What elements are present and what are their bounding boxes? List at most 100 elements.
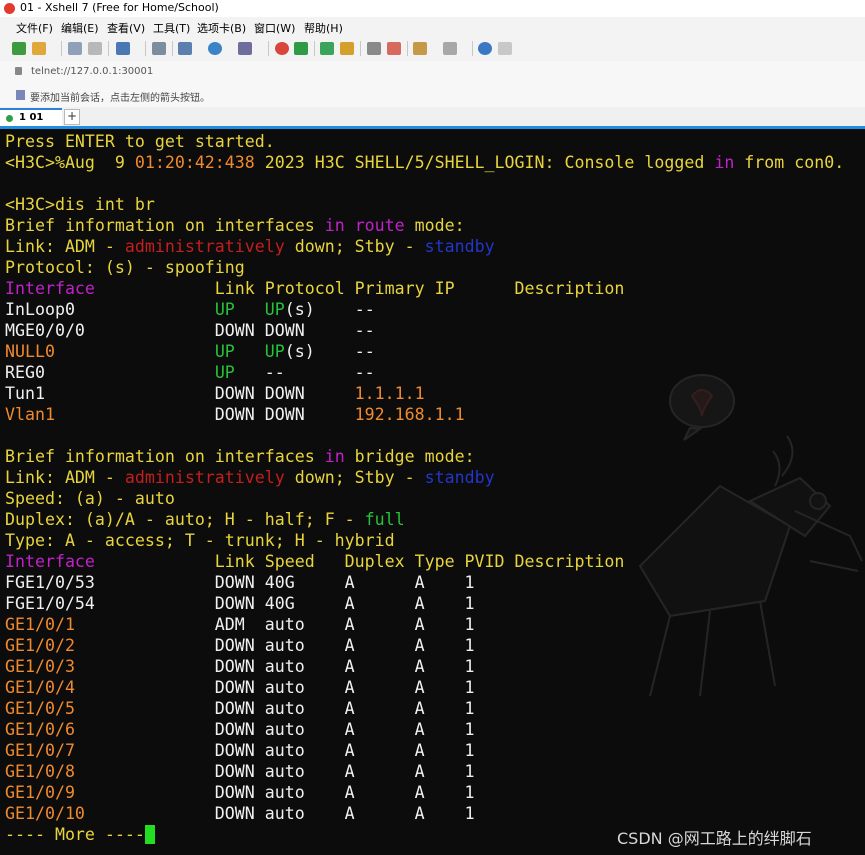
menu-tabs[interactable]: 选项卡(B)	[197, 20, 246, 36]
bookmark-arrow-icon[interactable]	[16, 90, 25, 100]
terminal-text: FGE1/0/53 DOWN 40G A A 1	[5, 573, 475, 592]
tab-bar: 1 01 +	[0, 107, 865, 126]
menu-edit[interactable]: 编辑(E)	[61, 20, 99, 36]
tile-icon[interactable]	[443, 42, 457, 55]
terminal-text: from con0.	[734, 153, 845, 172]
chat-icon[interactable]	[498, 42, 512, 55]
terminal-top-border	[0, 126, 865, 129]
script-icon[interactable]	[294, 42, 308, 55]
highlight-icon[interactable]	[387, 42, 401, 55]
terminal-text: GE1/0/10	[5, 804, 85, 823]
terminal-text: Vlan1	[5, 405, 55, 424]
terminal-pane[interactable]: Press ENTER to get started. <H3C>%Aug 9 …	[0, 126, 865, 855]
fullscreen-icon[interactable]	[320, 42, 334, 55]
terminal-text: Tun1 DOWN DOWN	[5, 384, 355, 403]
help-icon[interactable]	[478, 42, 492, 55]
layout-icon[interactable]	[178, 42, 192, 55]
address-bar: telnet://127.0.0.1:30001	[0, 61, 865, 86]
font-icon[interactable]	[238, 42, 252, 55]
xshell-logo-icon	[4, 3, 15, 14]
terminal-text: DOWN auto A A 1	[74, 699, 475, 718]
terminal-text: <H3C>dis int br	[5, 195, 155, 214]
terminal-line: MGE0/0/0 DOWN DOWN --	[5, 321, 375, 340]
terminal-text: --	[314, 342, 375, 361]
terminal-line: FGE1/0/54 DOWN 40G A A 1	[5, 594, 475, 613]
find-icon[interactable]	[152, 42, 166, 55]
menu-view[interactable]: 查看(V)	[107, 20, 145, 36]
terminal-text: UP	[264, 342, 285, 361]
menu-tools[interactable]: 工具(T)	[153, 20, 190, 36]
terminal-text: Protocol: (s) - spoofing	[5, 258, 245, 277]
terminal-text: standby	[424, 468, 495, 487]
terminal-text: Type: A - access; T - trunk; H - hybrid	[5, 531, 395, 550]
toolbar	[0, 37, 865, 62]
menu-window[interactable]: 窗口(W)	[254, 20, 295, 36]
lock-icon	[15, 67, 22, 75]
terminal-text: administratively	[124, 237, 285, 256]
terminal-text: FGE1/0/54 DOWN 40G A A 1	[5, 594, 475, 613]
terminal-text: 2023 H3C SHELL/5/SHELL_LOGIN: Console lo…	[254, 153, 715, 172]
keyboard-icon[interactable]	[367, 42, 381, 55]
terminal-line: Press ENTER to get started.	[5, 132, 275, 151]
new-session-icon[interactable]	[12, 42, 26, 55]
terminal-text: full	[364, 510, 405, 529]
terminal-text: ADM auto A A 1	[74, 615, 475, 634]
lock-icon[interactable]	[340, 42, 354, 55]
terminal-text: 01:20:42:438	[134, 153, 255, 172]
terminal-line: GE1/0/1 ADM auto A A 1	[5, 615, 475, 634]
terminal-line: Duplex: (a)/A - auto; H - half; F - full	[5, 510, 405, 529]
terminal-text: Brief information on interfaces	[5, 447, 325, 466]
terminal-text: in	[324, 447, 345, 466]
menu-help[interactable]: 帮助(H)	[304, 20, 343, 36]
terminal-text: standby	[424, 237, 495, 256]
terminal-line: Vlan1 DOWN DOWN 192.168.1.1	[5, 405, 465, 424]
add-tab-button[interactable]: +	[64, 109, 80, 125]
terminal-text: Press ENTER to get started.	[5, 132, 275, 151]
terminal-line: Interface Link Protocol Primary IP Descr…	[5, 279, 624, 298]
terminal-text: Duplex: (a)/A - auto; H - half; F -	[5, 510, 365, 529]
terminal-text: in	[324, 216, 345, 235]
terminal-line: Link: ADM - administratively down; Stby …	[5, 468, 495, 487]
tab-session-01[interactable]: 1 01	[0, 108, 62, 126]
terminal-text: UP	[214, 300, 235, 319]
terminal-cursor	[144, 825, 155, 844]
terminal-text: <H3C>%Aug 9	[5, 153, 135, 172]
terminal-text: route	[354, 216, 405, 235]
session-properties-icon[interactable]	[116, 42, 130, 55]
menu-file[interactable]: 文件(F)	[16, 20, 53, 36]
terminal-output: Press ENTER to get started. <H3C>%Aug 9 …	[5, 131, 844, 845]
session-hint-bar: 要添加当前会话，点击左侧的箭头按钮。	[0, 85, 865, 108]
terminal-text: in	[714, 153, 735, 172]
terminal-text: Link: ADM -	[5, 237, 125, 256]
terminal-text: down; Stby -	[284, 468, 425, 487]
terminal-text: Interface	[5, 279, 95, 298]
terminal-text: --	[314, 300, 375, 319]
disconnect-icon[interactable]	[88, 42, 102, 55]
terminal-text: DOWN auto A A 1	[74, 720, 475, 739]
terminal-line: Interface Link Speed Duplex Type PVID De…	[5, 552, 624, 571]
session-address[interactable]: telnet://127.0.0.1:30001	[31, 66, 153, 77]
terminal-line: Link: ADM - administratively down; Stby …	[5, 237, 495, 256]
title-bar: 01 - Xshell 7 (Free for Home/School)	[0, 0, 865, 17]
terminal-text: DOWN auto A A 1	[84, 804, 475, 823]
transfer-icon[interactable]	[413, 42, 427, 55]
terminal-text: Link: ADM -	[5, 468, 125, 487]
terminal-line: GE1/0/8 DOWN auto A A 1	[5, 762, 475, 781]
globe-icon[interactable]	[208, 42, 222, 55]
xftp-icon[interactable]	[275, 42, 289, 55]
open-folder-icon[interactable]	[32, 42, 46, 55]
terminal-line: <H3C>dis int br	[5, 195, 155, 214]
terminal-text: UP	[214, 342, 235, 361]
terminal-line: InLoop0 UP UP(s) --	[5, 300, 375, 319]
terminal-text: REG0	[5, 363, 45, 382]
terminal-text: Link Speed Duplex Type PVID Description	[94, 552, 625, 571]
connect-icon[interactable]	[68, 42, 82, 55]
session-hint: 要添加当前会话，点击左侧的箭头按钮。	[30, 93, 210, 104]
terminal-text: GE1/0/5	[5, 699, 75, 718]
window-title: 01 - Xshell 7 (Free for Home/School)	[20, 1, 219, 14]
